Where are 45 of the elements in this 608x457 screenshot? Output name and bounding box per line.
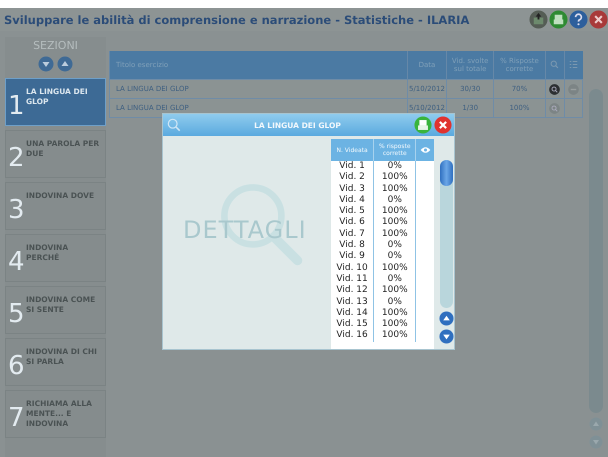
table-cell: Vid. 11 [331, 274, 374, 286]
help-icon[interactable] [569, 10, 588, 29]
window-title: Sviluppare le abilità di comprensione e narrazione - Statistiche - ILARIA [4, 12, 470, 26]
table-cell: 100% [374, 330, 416, 342]
table-cell: Vid. 9 [331, 251, 374, 263]
print-icon[interactable] [414, 116, 432, 134]
table-cell: 0% [374, 161, 416, 172]
table-cell: Vid. 3 [331, 184, 374, 195]
search-icon [167, 118, 181, 132]
table-cell: 100% [374, 308, 416, 320]
magnifier-button-icon[interactable] [549, 84, 560, 94]
table-cell: 100% [374, 172, 416, 184]
table-cell: Vid. 16 [331, 330, 374, 342]
table-cell: Vid. 6 [331, 217, 374, 229]
table-cell: Vid. 7 [331, 228, 374, 240]
scroll-thumb[interactable] [440, 160, 453, 186]
table-cell: 0% [374, 251, 416, 263]
table-cell: Vid. 15 [331, 319, 374, 330]
table-cell: Vid. 10 [331, 262, 374, 274]
table-cell: Vid. 14 [331, 308, 374, 320]
table-cell: 100% [374, 319, 416, 330]
table-cell: 0% [374, 194, 416, 206]
table-cell: 0% [374, 240, 416, 252]
search-icon [550, 60, 559, 68]
table-cell: 100% [374, 206, 416, 218]
table-cell: 0% [374, 274, 416, 286]
table-cell: Vid. 5 [331, 206, 374, 218]
table-cell: 0% [374, 296, 416, 308]
table-cell: Vid. 2 [331, 172, 374, 184]
table-cell: 100% [374, 285, 416, 297]
table-cell: Vid. 13 [331, 296, 374, 308]
table-cell: Vid. 12 [331, 285, 374, 297]
table-cell: 100% [374, 262, 416, 274]
table-cell: 100% [374, 228, 416, 240]
print-icon[interactable] [549, 10, 568, 29]
table-cell: Vid. 4 [331, 194, 374, 206]
table-cell: 100% [374, 217, 416, 229]
table-cell: 100% [374, 184, 416, 195]
eye-icon [420, 146, 431, 154]
close-icon[interactable] [589, 10, 608, 29]
table-cell: Vid. 8 [331, 240, 374, 252]
table-cell: Vid. 1 [331, 161, 374, 172]
close-icon[interactable] [434, 116, 452, 134]
export-icon[interactable] [529, 10, 548, 29]
list-icon [569, 60, 578, 68]
